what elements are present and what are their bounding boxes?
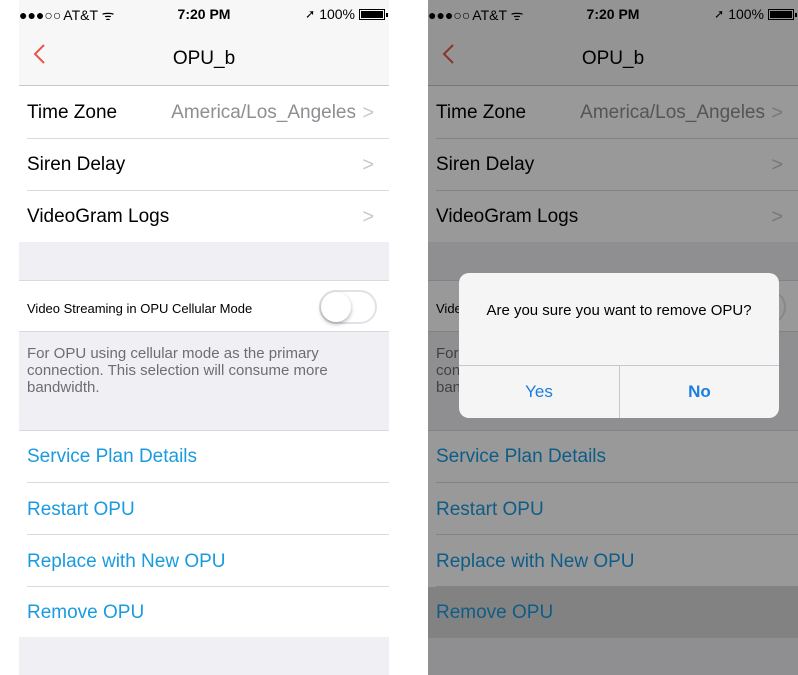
siren-delay-row[interactable]: Siren Delay > xyxy=(428,139,798,191)
battery-percent: 100% xyxy=(319,6,355,22)
location-arrow-icon: ➚ xyxy=(714,7,725,21)
service-plan-link[interactable]: Service Plan Details xyxy=(27,446,197,468)
siren-delay-label: Siren Delay xyxy=(27,154,126,175)
page-title: OPU_b xyxy=(172,48,236,69)
streaming-label: Video Streaming in OPU Cellular Mode xyxy=(27,301,253,316)
chevron-right-icon: > xyxy=(362,102,374,124)
streaming-row: Video Streaming in OPU Cellular Mode xyxy=(19,280,389,332)
remove-row[interactable]: Remove OPU xyxy=(428,587,798,638)
chevron-right-icon: > xyxy=(771,154,783,176)
back-chevron-icon[interactable] xyxy=(29,42,53,66)
chevron-right-icon: > xyxy=(771,206,783,228)
status-bar: ●●●○○ AT&T ᯤ 7:20 PM ➚ 100% xyxy=(19,0,389,28)
toggle-knob xyxy=(321,292,351,322)
actions-group: Service Plan Details Restart OPU Replace… xyxy=(428,430,798,638)
status-bar: ●●●○○ AT&T ᯤ 7:20 PM ➚ 100% xyxy=(428,0,798,28)
streaming-toggle[interactable] xyxy=(319,290,377,324)
settings-screen-left: ●●●○○ AT&T ᯤ 7:20 PM ➚ 100% OPU_b Time Zo… xyxy=(19,0,389,675)
replace-opu-link[interactable]: Replace with New OPU xyxy=(436,551,635,573)
remove-row[interactable]: Remove OPU xyxy=(19,587,389,638)
remove-opu-link[interactable]: Remove OPU xyxy=(436,602,553,624)
time-zone-label: Time Zone xyxy=(436,102,527,123)
chevron-right-icon: > xyxy=(362,154,374,176)
status-right: ➚ 100% xyxy=(714,6,797,22)
streaming-note: For OPU using cellular mode as the prima… xyxy=(27,345,328,396)
time-zone-label: Time Zone xyxy=(27,102,118,123)
videogram-logs-row[interactable]: VideoGram Logs > xyxy=(428,191,798,242)
videogram-logs-label: VideoGram Logs xyxy=(436,206,579,227)
status-right: ➚ 100% xyxy=(305,6,388,22)
chevron-right-icon: > xyxy=(771,102,783,124)
time-zone-value: America/Los_Angeles xyxy=(171,102,356,123)
service-plan-row[interactable]: Service Plan Details xyxy=(428,431,798,482)
battery-icon xyxy=(768,8,797,20)
back-chevron-icon[interactable] xyxy=(438,42,462,66)
replace-opu-link[interactable]: Replace with New OPU xyxy=(27,551,226,573)
service-plan-row[interactable]: Service Plan Details xyxy=(19,431,389,482)
dialog-no-button[interactable]: No xyxy=(620,366,779,418)
nav-bar: OPU_b xyxy=(19,28,389,86)
restart-opu-link[interactable]: Restart OPU xyxy=(436,499,544,521)
time-zone-row[interactable]: Time Zone America/Los_Angeles > xyxy=(428,86,798,138)
restart-opu-link[interactable]: Restart OPU xyxy=(27,499,135,521)
videogram-logs-row[interactable]: VideoGram Logs > xyxy=(19,191,389,242)
battery-percent: 100% xyxy=(728,6,764,22)
dialog-message: Are you sure you want to remove OPU? xyxy=(486,302,752,319)
confirm-dialog: Are you sure you want to remove OPU? Yes… xyxy=(459,273,779,418)
replace-row[interactable]: Replace with New OPU xyxy=(428,535,798,586)
time-zone-row[interactable]: Time Zone America/Los_Angeles > xyxy=(19,86,389,138)
nav-bar: OPU_b xyxy=(428,28,798,86)
battery-icon xyxy=(359,8,388,20)
time-zone-value: America/Los_Angeles xyxy=(580,102,765,123)
siren-delay-label: Siren Delay xyxy=(436,154,535,175)
actions-group: Service Plan Details Restart OPU Replace… xyxy=(19,430,389,637)
settings-group: Time Zone America/Los_Angeles > Siren De… xyxy=(428,86,798,242)
videogram-logs-label: VideoGram Logs xyxy=(27,206,170,227)
remove-opu-link[interactable]: Remove OPU xyxy=(27,602,144,624)
restart-row[interactable]: Restart OPU xyxy=(428,483,798,534)
dialog-yes-button[interactable]: Yes xyxy=(459,366,619,418)
settings-screen-right: ●●●○○ AT&T ᯤ 7:20 PM ➚ 100% OPU_b Time Zo… xyxy=(428,0,798,675)
page-title: OPU_b xyxy=(581,48,645,69)
restart-row[interactable]: Restart OPU xyxy=(19,483,389,534)
siren-delay-row[interactable]: Siren Delay > xyxy=(19,139,389,191)
location-arrow-icon: ➚ xyxy=(305,7,316,21)
chevron-right-icon: > xyxy=(362,206,374,228)
replace-row[interactable]: Replace with New OPU xyxy=(19,535,389,586)
settings-group: Time Zone America/Los_Angeles > Siren De… xyxy=(19,86,389,242)
service-plan-link[interactable]: Service Plan Details xyxy=(436,446,606,468)
